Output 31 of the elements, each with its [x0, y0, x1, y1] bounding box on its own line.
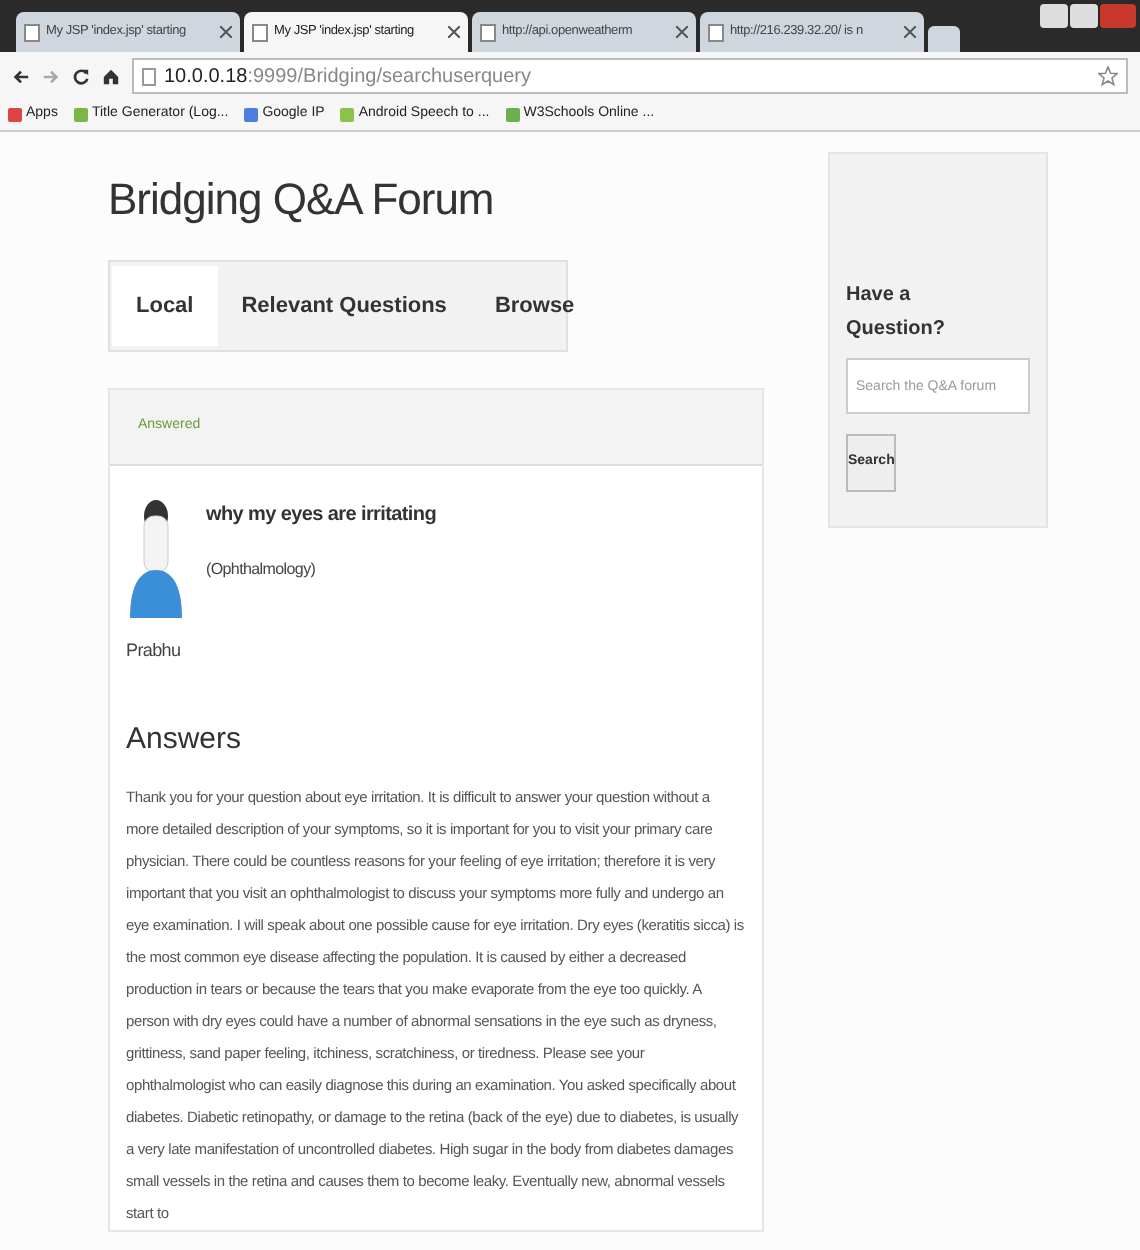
- close-icon[interactable]: [676, 26, 688, 38]
- bookmark-icon: [340, 108, 355, 122]
- page-title: Bridging Q&A Forum: [108, 172, 496, 228]
- page-icon: [252, 23, 268, 41]
- reload-icon[interactable]: [72, 67, 90, 85]
- nav-tab[interactable]: Browse: [470, 266, 599, 346]
- answers-heading: Answers: [124, 719, 244, 759]
- question-category: (Ophthalmology): [206, 558, 318, 582]
- sidebar-heading: Have a Question?: [846, 282, 947, 344]
- close-icon[interactable]: [448, 26, 460, 38]
- star-icon[interactable]: [1098, 66, 1118, 86]
- url-text: 10.0.0.18:9999/Bridging/searchuserquery: [164, 63, 531, 91]
- user-silhouette-icon: [126, 498, 186, 622]
- page-icon: [480, 23, 496, 41]
- address-bar[interactable]: 10.0.0.18:9999/Bridging/searchuserquery: [132, 58, 1128, 94]
- page-icon: [24, 23, 40, 41]
- question-title: why my eyes are irritating: [206, 502, 437, 530]
- back-arrow-icon[interactable]: [12, 67, 30, 85]
- bookmark-icon: [244, 108, 259, 122]
- page-icon: [142, 67, 156, 85]
- close-icon[interactable]: [904, 26, 916, 38]
- page-icon: [708, 23, 724, 41]
- author-name: Prabhu: [126, 638, 183, 664]
- bookmark-icon: [73, 108, 88, 122]
- bookmark-icon: [8, 108, 22, 122]
- bookmark-icon: [505, 108, 520, 122]
- home-icon[interactable]: [102, 67, 120, 85]
- nav-tab[interactable]: Local: [112, 266, 218, 346]
- window-controls[interactable]: [1040, 4, 1136, 28]
- close-icon[interactable]: [220, 26, 232, 38]
- nav-tab[interactable]: Relevant Questions: [217, 266, 471, 346]
